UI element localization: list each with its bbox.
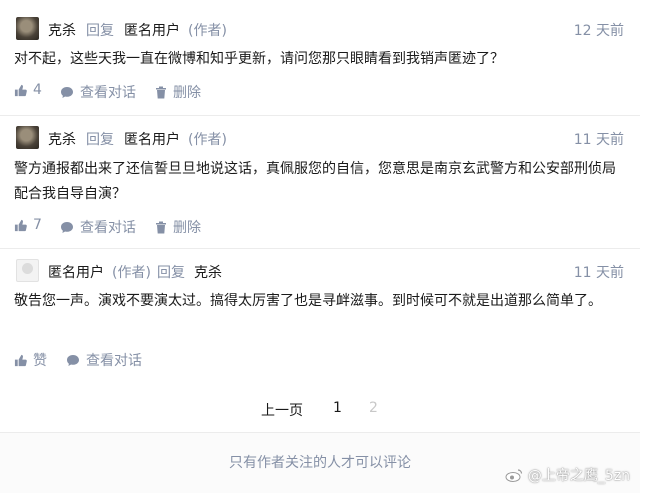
trash-icon — [156, 86, 166, 98]
trash-icon — [156, 221, 166, 233]
comment-header: 克杀 回复 匿名用户 (作者) 11 天前 — [16, 126, 624, 150]
author-name[interactable]: 克杀 — [48, 20, 76, 40]
view-conversation-button[interactable]: 查看对话 — [60, 217, 136, 237]
avatar — [16, 259, 39, 282]
view-conversation-button[interactable]: 查看对话 — [66, 350, 142, 370]
view-conversation-label: 查看对话 — [80, 85, 136, 101]
pagination: 上一页 1 2 — [0, 398, 640, 420]
view-conversation-button[interactable]: 查看对话 — [60, 82, 136, 102]
reply-to-name[interactable]: 匿名用户 — [124, 20, 180, 40]
delete-button[interactable]: 删除 — [155, 82, 201, 102]
author-name[interactable]: 克杀 — [48, 129, 76, 149]
like-button[interactable]: 4 — [14, 82, 42, 98]
delete-label: 删除 — [173, 85, 201, 101]
comment-header: 匿名用户 (作者) 回复 克杀 11 天前 — [16, 259, 624, 283]
view-conversation-label: 查看对话 — [86, 353, 142, 369]
weibo-logo-icon — [505, 469, 522, 482]
comment-text: 警方通报都出来了还信誓旦旦地说这话，真佩服您的自信，您意思是南京玄武警方和公安部… — [14, 161, 616, 202]
avatar[interactable] — [16, 126, 39, 149]
chat-bubble-icon — [61, 86, 73, 98]
thumb-up-icon — [14, 354, 27, 366]
avatar[interactable] — [16, 17, 39, 40]
author-tag: (作者) — [188, 132, 227, 148]
comment-restriction-bar: 只有作者关注的人才可以评论 @上帝之鹰_5zn — [0, 432, 640, 493]
comment-text: 对不起，这些天我一直在微博和知乎更新，请问您那只眼睛看到我销声匿迹了？ — [14, 51, 504, 67]
prev-page-button[interactable]: 上一页 — [261, 400, 303, 420]
like-count: 4 — [33, 82, 42, 98]
reply-to-name[interactable]: 匿名用户 — [124, 129, 180, 149]
comment-header: 克杀 回复 匿名用户 (作者) 12 天前 — [16, 17, 624, 41]
delete-label: 删除 — [173, 220, 201, 236]
like-label: 赞 — [33, 353, 47, 369]
timestamp: 11 天前 — [573, 132, 624, 148]
author-tag: (作者) — [112, 265, 151, 281]
watermark-text: @上帝之鹰_5zn — [527, 468, 630, 484]
reply-label: 回复 — [86, 132, 114, 148]
page-1-current: 1 — [333, 400, 342, 416]
like-button[interactable]: 7 — [14, 217, 42, 233]
delete-button[interactable]: 删除 — [155, 217, 201, 237]
timestamp: 12 天前 — [573, 23, 624, 39]
reply-label: 回复 — [157, 265, 185, 281]
page-2-link[interactable]: 2 — [369, 400, 378, 416]
thumb-up-icon — [14, 219, 27, 231]
author-tag: (作者) — [188, 23, 227, 39]
thumb-up-icon — [14, 84, 27, 96]
comment-item: 克杀 回复 匿名用户 (作者) 11 天前 警方通报都出来了还信誓旦旦地说这话，… — [0, 116, 640, 249]
chat-bubble-icon — [61, 221, 73, 233]
like-button[interactable]: 赞 — [14, 350, 47, 370]
timestamp: 11 天前 — [573, 265, 624, 281]
reply-to-name[interactable]: 克杀 — [194, 262, 222, 282]
chat-bubble-icon — [67, 354, 79, 366]
comment-item: 克杀 回复 匿名用户 (作者) 12 天前 对不起，这些天我一直在微博和知乎更新… — [0, 0, 640, 116]
view-conversation-label: 查看对话 — [80, 220, 136, 236]
comment-item: 匿名用户 (作者) 回复 克杀 11 天前 敬告您一声。演戏不要演太过。搞得太厉… — [0, 249, 640, 380]
watermark: @上帝之鹰_5zn — [505, 465, 630, 485]
author-name: 匿名用户 — [48, 265, 104, 281]
comment-text: 敬告您一声。演戏不要演太过。搞得太厉害了也是寻衅滋事。到时候可不就是出道那么简单… — [14, 293, 602, 309]
like-count: 7 — [33, 217, 42, 233]
reply-label: 回复 — [86, 23, 114, 39]
